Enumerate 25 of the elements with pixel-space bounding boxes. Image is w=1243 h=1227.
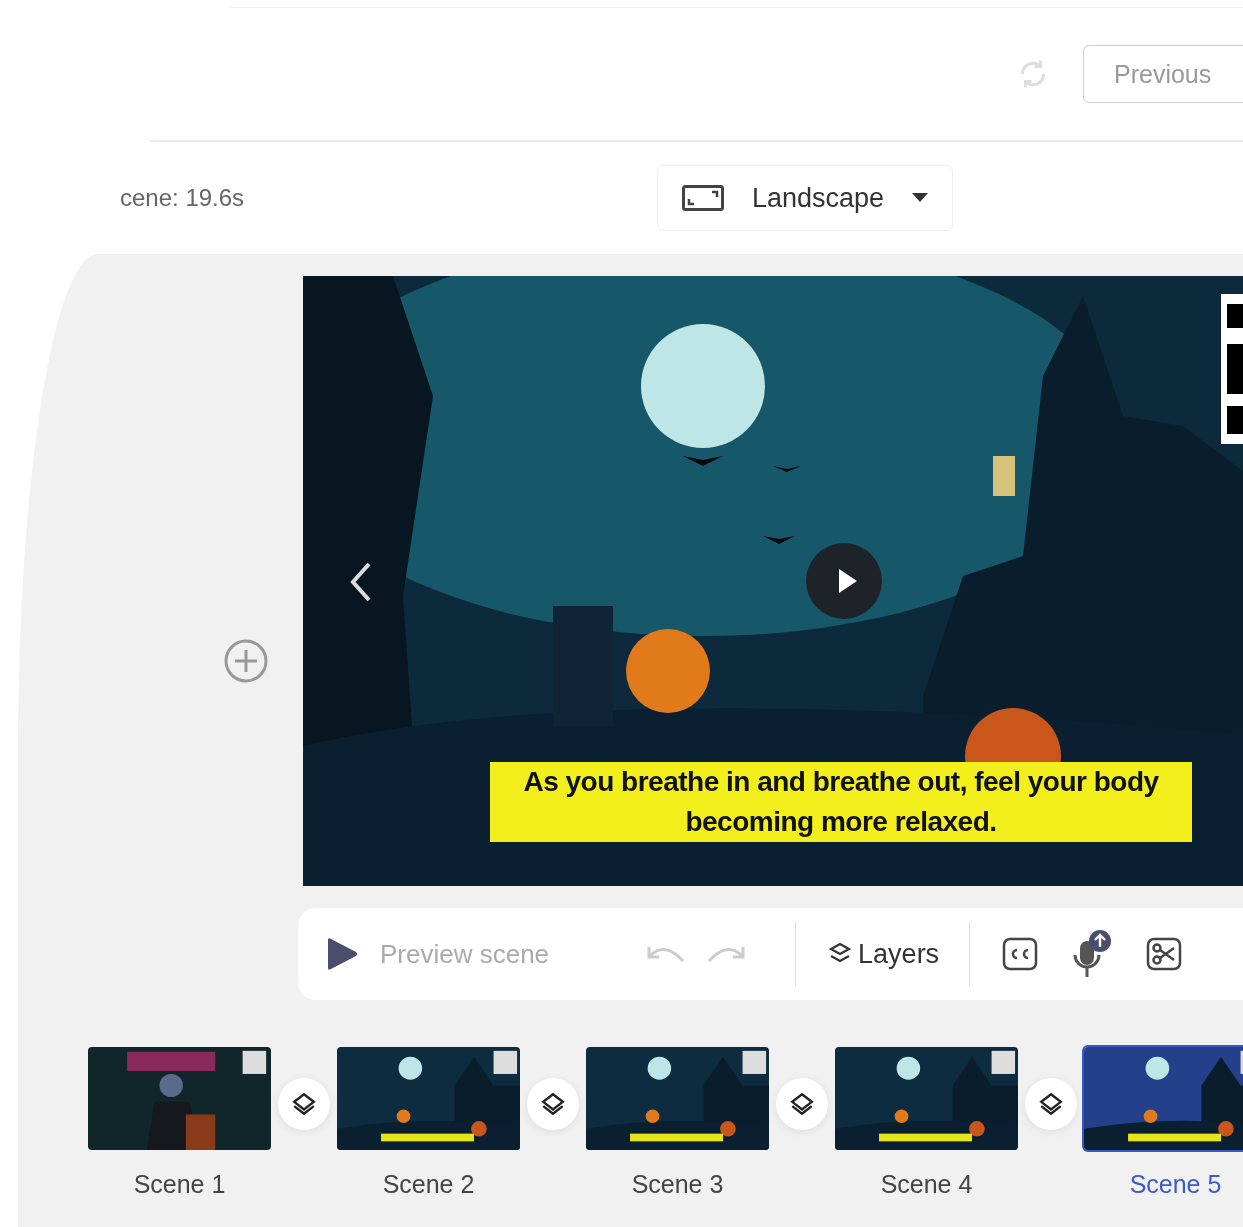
landscape-icon (682, 185, 724, 211)
play-icon (326, 937, 358, 971)
layer-transition-button[interactable] (278, 1078, 330, 1130)
scissors-icon[interactable] (1146, 937, 1183, 971)
layers-button[interactable]: Layers (828, 938, 940, 970)
captions-icon[interactable] (1002, 937, 1039, 971)
scene-label[interactable]: Scene 3 (631, 1170, 724, 1199)
scene-duration: cene: 19.6s (120, 184, 246, 212)
layer-transition-button[interactable] (776, 1078, 828, 1130)
layer-transition-button[interactable] (527, 1078, 579, 1130)
qr-code-icon (1221, 294, 1243, 444)
scene-label[interactable]: Scene 4 (880, 1170, 973, 1199)
layers-icon (1038, 1091, 1064, 1117)
layers-icon (291, 1091, 317, 1117)
scene-label[interactable]: Scene 2 (382, 1170, 475, 1199)
play-icon (837, 569, 857, 593)
scene-label[interactable]: Scene 1 (133, 1170, 226, 1199)
layers-icon (540, 1091, 566, 1117)
orientation-dropdown[interactable]: Landscape (657, 165, 954, 231)
layers-icon (789, 1091, 815, 1117)
caption-text: As you breathe in and breathe out, feel your body becoming more relaxed. (490, 762, 1192, 842)
scene-label[interactable]: Scene 5 (1129, 1170, 1222, 1199)
layer-transition-button[interactable] (1025, 1078, 1077, 1130)
caret-icon (912, 193, 929, 203)
microphone-upload-icon[interactable] (1072, 929, 1113, 979)
